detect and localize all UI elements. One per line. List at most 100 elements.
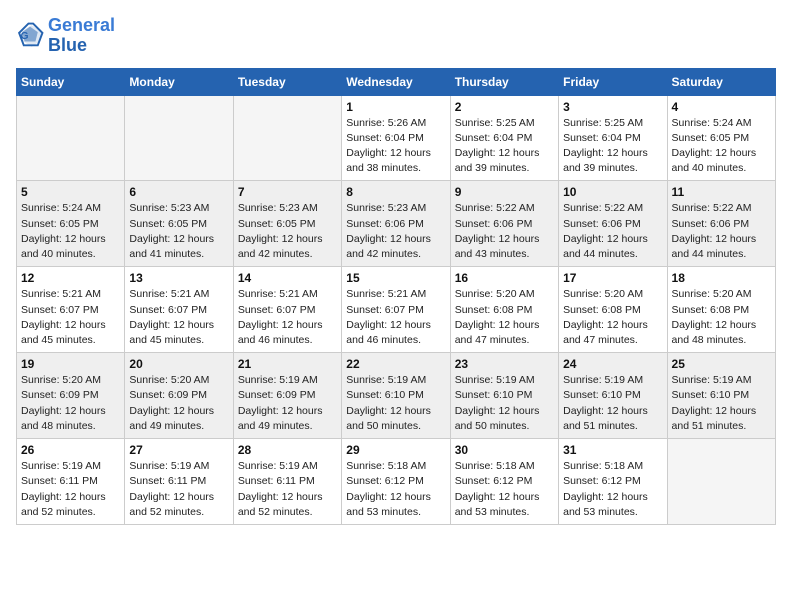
day-number: 27: [129, 443, 228, 457]
calendar-cell: 15 Sunrise: 5:21 AM Sunset: 6:07 PM Dayli…: [342, 267, 450, 353]
calendar-week-row: 5Sunrise: 5:24 AM Sunset: 6:05 PM Daylig…: [17, 181, 776, 267]
day-number: 8: [346, 185, 445, 199]
day-info: Sunrise: 5:22 AM Sunset: 6:06 PM Dayligh…: [563, 201, 662, 262]
calendar-week-row: 12 Sunrise: 5:21 AM Sunset: 6:07 PM Dayli…: [17, 267, 776, 353]
calendar-week-row: 19 Sunrise: 5:20 AM Sunset: 6:09 PM Dayli…: [17, 353, 776, 439]
day-number: 21: [238, 357, 337, 371]
day-info: Sunrise: 5:19 AM Sunset: 6:11 PM Dayligh…: [129, 459, 228, 520]
day-info: Sunrise: 5:20 AM Sunset: 6:09 PM Dayligh…: [129, 373, 228, 434]
page-header: G GeneralBlue: [16, 16, 776, 56]
day-number: 19: [21, 357, 120, 371]
day-info: Sunrise: 5:21 AM Sunset: 6:07 PM Dayligh…: [238, 287, 337, 348]
calendar-cell: 12 Sunrise: 5:21 AM Sunset: 6:07 PM Dayli…: [17, 267, 125, 353]
day-number: 23: [455, 357, 554, 371]
calendar-cell: 5Sunrise: 5:24 AM Sunset: 6:05 PM Daylig…: [17, 181, 125, 267]
day-info: Sunrise: 5:21 AM Sunset: 6:07 PM Dayligh…: [346, 287, 445, 348]
day-info: Sunrise: 5:19 AM Sunset: 6:11 PM Dayligh…: [21, 459, 120, 520]
calendar-week-row: 1 Sunrise: 5:26 AM Sunset: 6:04 PM Daylig…: [17, 95, 776, 181]
calendar-cell: 25Sunrise: 5:19 AM Sunset: 6:10 PM Dayli…: [667, 353, 775, 439]
day-number: 17: [563, 271, 662, 285]
day-number: 9: [455, 185, 554, 199]
calendar-cell: 29Sunrise: 5:18 AM Sunset: 6:12 PM Dayli…: [342, 439, 450, 525]
day-number: 5: [21, 185, 120, 199]
day-number: 13: [129, 271, 228, 285]
day-number: 10: [563, 185, 662, 199]
svg-text:G: G: [21, 31, 29, 42]
day-number: 14: [238, 271, 337, 285]
weekday-header-saturday: Saturday: [667, 68, 775, 95]
day-number: 6: [129, 185, 228, 199]
day-info: Sunrise: 5:19 AM Sunset: 6:10 PM Dayligh…: [672, 373, 771, 434]
calendar-cell: 4 Sunrise: 5:24 AM Sunset: 6:05 PM Daylig…: [667, 95, 775, 181]
day-info: Sunrise: 5:20 AM Sunset: 6:09 PM Dayligh…: [21, 373, 120, 434]
day-info: Sunrise: 5:19 AM Sunset: 6:10 PM Dayligh…: [455, 373, 554, 434]
calendar-cell: 16 Sunrise: 5:20 AM Sunset: 6:08 PM Dayli…: [450, 267, 558, 353]
calendar-cell: 13 Sunrise: 5:21 AM Sunset: 6:07 PM Dayli…: [125, 267, 233, 353]
day-info: Sunrise: 5:21 AM Sunset: 6:07 PM Dayligh…: [129, 287, 228, 348]
day-info: Sunrise: 5:18 AM Sunset: 6:12 PM Dayligh…: [455, 459, 554, 520]
logo: G GeneralBlue: [16, 16, 115, 56]
calendar-cell: 6 Sunrise: 5:23 AM Sunset: 6:05 PM Daylig…: [125, 181, 233, 267]
calendar-cell: [125, 95, 233, 181]
calendar-cell: 19 Sunrise: 5:20 AM Sunset: 6:09 PM Dayli…: [17, 353, 125, 439]
day-number: 20: [129, 357, 228, 371]
calendar-header-row: SundayMondayTuesdayWednesdayThursdayFrid…: [17, 68, 776, 95]
day-number: 7: [238, 185, 337, 199]
day-number: 12: [21, 271, 120, 285]
day-number: 2: [455, 100, 554, 114]
day-info: Sunrise: 5:26 AM Sunset: 6:04 PM Dayligh…: [346, 116, 445, 177]
day-number: 26: [21, 443, 120, 457]
calendar-week-row: 26 Sunrise: 5:19 AM Sunset: 6:11 PM Dayli…: [17, 439, 776, 525]
day-number: 24: [563, 357, 662, 371]
calendar-cell: 7Sunrise: 5:23 AM Sunset: 6:05 PM Daylig…: [233, 181, 341, 267]
day-info: Sunrise: 5:20 AM Sunset: 6:08 PM Dayligh…: [672, 287, 771, 348]
weekday-header-tuesday: Tuesday: [233, 68, 341, 95]
day-number: 15: [346, 271, 445, 285]
calendar-cell: 17 Sunrise: 5:20 AM Sunset: 6:08 PM Dayli…: [559, 267, 667, 353]
day-info: Sunrise: 5:19 AM Sunset: 6:09 PM Dayligh…: [238, 373, 337, 434]
day-number: 16: [455, 271, 554, 285]
calendar-cell: 1 Sunrise: 5:26 AM Sunset: 6:04 PM Daylig…: [342, 95, 450, 181]
day-info: Sunrise: 5:24 AM Sunset: 6:05 PM Dayligh…: [672, 116, 771, 177]
day-number: 31: [563, 443, 662, 457]
day-info: Sunrise: 5:23 AM Sunset: 6:05 PM Dayligh…: [129, 201, 228, 262]
calendar-table: SundayMondayTuesdayWednesdayThursdayFrid…: [16, 68, 776, 525]
day-info: Sunrise: 5:25 AM Sunset: 6:04 PM Dayligh…: [563, 116, 662, 177]
day-info: Sunrise: 5:20 AM Sunset: 6:08 PM Dayligh…: [455, 287, 554, 348]
day-info: Sunrise: 5:21 AM Sunset: 6:07 PM Dayligh…: [21, 287, 120, 348]
day-info: Sunrise: 5:19 AM Sunset: 6:10 PM Dayligh…: [346, 373, 445, 434]
day-number: 29: [346, 443, 445, 457]
day-info: Sunrise: 5:23 AM Sunset: 6:06 PM Dayligh…: [346, 201, 445, 262]
day-number: 3: [563, 100, 662, 114]
calendar-cell: 14 Sunrise: 5:21 AM Sunset: 6:07 PM Dayli…: [233, 267, 341, 353]
calendar-cell: 22Sunrise: 5:19 AM Sunset: 6:10 PM Dayli…: [342, 353, 450, 439]
calendar-cell: 9 Sunrise: 5:22 AM Sunset: 6:06 PM Daylig…: [450, 181, 558, 267]
logo-text: GeneralBlue: [48, 16, 115, 56]
calendar-cell: 2Sunrise: 5:25 AM Sunset: 6:04 PM Daylig…: [450, 95, 558, 181]
day-info: Sunrise: 5:22 AM Sunset: 6:06 PM Dayligh…: [672, 201, 771, 262]
day-number: 4: [672, 100, 771, 114]
day-info: Sunrise: 5:19 AM Sunset: 6:11 PM Dayligh…: [238, 459, 337, 520]
calendar-cell: 10 Sunrise: 5:22 AM Sunset: 6:06 PM Dayli…: [559, 181, 667, 267]
day-number: 30: [455, 443, 554, 457]
day-info: Sunrise: 5:18 AM Sunset: 6:12 PM Dayligh…: [563, 459, 662, 520]
day-info: Sunrise: 5:22 AM Sunset: 6:06 PM Dayligh…: [455, 201, 554, 262]
calendar-cell: 11Sunrise: 5:22 AM Sunset: 6:06 PM Dayli…: [667, 181, 775, 267]
calendar-cell: 18Sunrise: 5:20 AM Sunset: 6:08 PM Dayli…: [667, 267, 775, 353]
calendar-cell: 31 Sunrise: 5:18 AM Sunset: 6:12 PM Dayli…: [559, 439, 667, 525]
calendar-cell: [17, 95, 125, 181]
day-info: Sunrise: 5:20 AM Sunset: 6:08 PM Dayligh…: [563, 287, 662, 348]
weekday-header-friday: Friday: [559, 68, 667, 95]
calendar-cell: 23 Sunrise: 5:19 AM Sunset: 6:10 PM Dayli…: [450, 353, 558, 439]
weekday-header-thursday: Thursday: [450, 68, 558, 95]
calendar-cell: 20 Sunrise: 5:20 AM Sunset: 6:09 PM Dayli…: [125, 353, 233, 439]
calendar-cell: 30 Sunrise: 5:18 AM Sunset: 6:12 PM Dayli…: [450, 439, 558, 525]
calendar-cell: [667, 439, 775, 525]
calendar-cell: 26 Sunrise: 5:19 AM Sunset: 6:11 PM Dayli…: [17, 439, 125, 525]
calendar-cell: 28Sunrise: 5:19 AM Sunset: 6:11 PM Dayli…: [233, 439, 341, 525]
calendar-cell: 24 Sunrise: 5:19 AM Sunset: 6:10 PM Dayli…: [559, 353, 667, 439]
day-number: 1: [346, 100, 445, 114]
calendar-cell: 21 Sunrise: 5:19 AM Sunset: 6:09 PM Dayli…: [233, 353, 341, 439]
day-info: Sunrise: 5:19 AM Sunset: 6:10 PM Dayligh…: [563, 373, 662, 434]
logo-icon: G: [16, 22, 44, 50]
